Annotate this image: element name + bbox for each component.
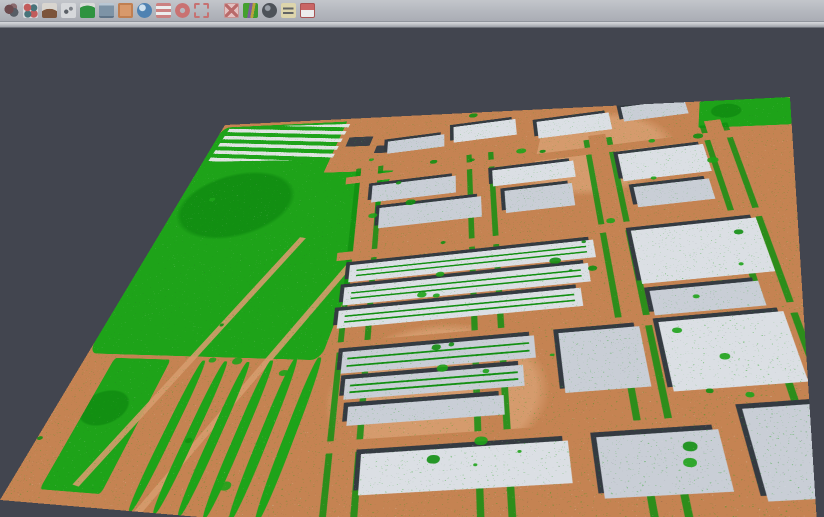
point-cloud-icon[interactable]	[4, 3, 19, 18]
building-roof	[618, 144, 712, 181]
tree	[517, 450, 522, 453]
tree	[720, 353, 730, 359]
building-roof	[454, 119, 517, 143]
target-ring-icon[interactable]	[175, 3, 190, 18]
building-roof	[505, 183, 576, 213]
building-roof	[558, 326, 651, 393]
building-points-icon[interactable]	[99, 3, 114, 18]
tree	[692, 294, 699, 298]
terrain-grid-icon[interactable]	[118, 3, 133, 18]
tree	[682, 441, 697, 451]
terrain-point-cloud	[0, 97, 820, 517]
globe-icon[interactable]	[137, 3, 152, 18]
city-blocks	[36, 97, 820, 517]
building-roof	[742, 402, 820, 502]
viewport-3d[interactable]	[0, 28, 824, 517]
low-points-icon[interactable]	[61, 3, 76, 18]
tree	[482, 368, 490, 372]
clip-cross-icon[interactable]	[224, 3, 239, 18]
tree	[734, 229, 744, 234]
classify-points-icon[interactable]	[23, 3, 38, 18]
vegetation-points-icon[interactable]	[80, 3, 95, 18]
measure-bar-icon[interactable]	[300, 3, 315, 18]
classification-map-icon[interactable]	[243, 3, 258, 18]
tree	[707, 157, 718, 163]
profile-lines-icon[interactable]	[156, 3, 171, 18]
building-roof	[387, 134, 444, 153]
selection-box-icon[interactable]	[194, 3, 209, 18]
render-sphere-icon[interactable]	[262, 3, 277, 18]
tree	[683, 458, 697, 468]
ground-points-icon[interactable]	[42, 3, 57, 18]
building-roof	[596, 429, 734, 498]
tree	[746, 392, 755, 398]
roof-ridge-line	[344, 300, 575, 323]
building-roof	[621, 99, 689, 122]
tree	[706, 389, 713, 394]
building-roof	[634, 178, 716, 207]
toolbar-separator	[211, 3, 222, 18]
app-window	[0, 0, 824, 517]
main-toolbar	[0, 0, 824, 22]
report-map-icon[interactable]	[281, 3, 296, 18]
building-roof	[378, 196, 482, 228]
building-roof	[658, 311, 808, 391]
tree	[550, 353, 555, 356]
